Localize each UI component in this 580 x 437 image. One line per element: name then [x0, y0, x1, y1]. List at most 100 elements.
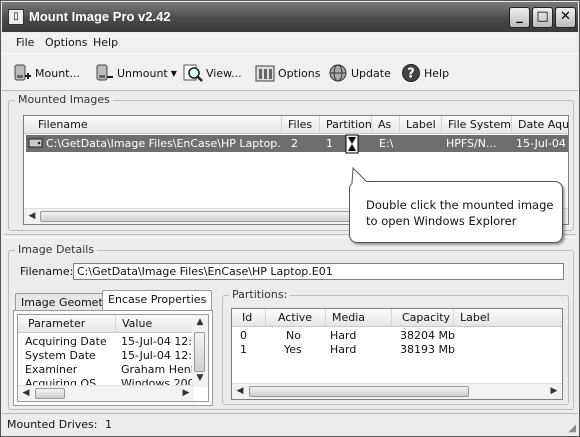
partition-media: Hard [330, 329, 357, 342]
col-active[interactable]: Active [266, 309, 326, 327]
col-parameter[interactable]: Parameter [18, 315, 116, 333]
table-row[interactable]: 0 No Hard 38204 Mb [232, 328, 562, 342]
view-button[interactable]: View... [183, 59, 242, 87]
minimize-button[interactable]: _ [509, 7, 530, 28]
mount-icon [12, 63, 32, 83]
close-button[interactable]: ✕ [555, 7, 576, 28]
col-file-system[interactable]: File System [442, 116, 512, 134]
help-button[interactable]: ? Help [401, 59, 449, 87]
mount-label: Mount... [35, 66, 80, 80]
table-row[interactable]: 1 Yes Hard 38193 Mb [232, 342, 562, 356]
maximize-button[interactable]: □ [532, 7, 553, 28]
unmount-icon [94, 63, 114, 83]
toolbar: Mount... Unmount ▼ View... Options Updat… [2, 53, 578, 91]
menu-file[interactable]: File [16, 36, 34, 49]
app-icon: ▯ [8, 9, 24, 25]
chevron-down-icon[interactable]: ▼ [171, 69, 177, 78]
row-date: 15-Jul-04 1 [516, 137, 568, 150]
scroll-down-icon[interactable]: ▼ [192, 371, 208, 387]
filename-field[interactable]: C:\GetData\Image Files\EnCase\HP Laptop.… [73, 263, 564, 280]
row-file-system: HPFS/N... [446, 137, 497, 150]
image-details-label: Image Details [15, 243, 98, 256]
param-value: 15-Jul-04 12:1 [121, 349, 194, 362]
partitions-label: Partitions: [229, 288, 291, 301]
window-title: Mount Image Pro v2.42 [29, 9, 171, 24]
partitions-hscrollbar[interactable]: ◀ ▶ [232, 383, 562, 399]
partition-media: Hard [330, 343, 357, 356]
scroll-thumb[interactable] [35, 388, 65, 399]
mounted-drives-count: 1 [105, 418, 112, 431]
table-row[interactable]: C:\GetData\Image Files\EnCase\HP Laptop.… [26, 135, 568, 152]
list-item[interactable]: Examiner Graham Henley [18, 362, 194, 376]
list-item[interactable]: Acquiring Date 15-Jul-04 12:2 [18, 334, 194, 348]
drive-icon [28, 136, 44, 153]
partition-id: 1 [240, 343, 247, 356]
scroll-thumb[interactable] [40, 211, 352, 222]
partition-id: 0 [240, 329, 247, 342]
status-bar: Mounted Drives: 1 ◢ [2, 413, 578, 435]
image-details-group: Image Details Filename: C:\GetData\Image… [8, 243, 574, 410]
param-name: Examiner [25, 363, 78, 376]
tooltip-text: Double click the mounted image to open W… [366, 198, 554, 228]
row-filename: C:\GetData\Image Files\EnCase\HP Laptop.… [46, 137, 280, 150]
col-capacity[interactable]: Capacity [392, 309, 454, 327]
col-id[interactable]: Id [232, 309, 266, 327]
help-label: Help [424, 66, 450, 80]
properties-hscrollbar[interactable]: ◀ ▶ [18, 385, 194, 401]
scroll-up-icon[interactable]: ▲ [192, 315, 208, 331]
col-partition-label[interactable]: Label [454, 309, 562, 327]
unmount-label: Unmount [117, 66, 168, 80]
options-icon [255, 63, 275, 83]
menu-help[interactable]: Help [93, 36, 118, 49]
status-label: Mounted Drives: [7, 418, 98, 431]
title-bar[interactable]: ▯ Mount Image Pro v2.42 _ □ ✕ [2, 2, 578, 32]
help-icon: ? [401, 63, 421, 83]
magnifier-icon [183, 63, 203, 83]
partitions-list[interactable]: Id Active Media Capacity Label 0 No Hard… [231, 308, 563, 400]
properties-header: Parameter Value [18, 315, 208, 333]
scroll-thumb[interactable] [194, 332, 205, 372]
col-value[interactable]: Value [116, 315, 196, 333]
tab-encase-properties[interactable]: Encase Properties [102, 290, 213, 310]
row-as: E:\ [379, 137, 394, 150]
filename-label: Filename: [20, 265, 74, 278]
scroll-left-icon[interactable]: ◀ [18, 386, 34, 401]
scroll-thumb[interactable] [249, 386, 469, 397]
update-label: Update [351, 66, 391, 80]
partitions-group: Partitions: Id Active Media Capacity Lab… [222, 288, 569, 405]
svg-text:?: ? [407, 67, 415, 82]
partition-capacity: 38193 Mb [400, 343, 455, 356]
app-window: ▯ Mount Image Pro v2.42 _ □ ✕ File Optio… [0, 0, 580, 437]
list-item[interactable]: System Date 15-Jul-04 12:1 [18, 348, 194, 362]
properties-vscrollbar[interactable]: ▲ ▼ [192, 315, 208, 387]
tab-panel: Parameter Value Acquiring Date 15-Jul-04… [13, 310, 213, 406]
resize-grip-icon[interactable]: ◢ [568, 423, 576, 434]
col-media[interactable]: Media [326, 309, 392, 327]
callout-pointer [351, 167, 369, 184]
col-partition[interactable]: Partition [320, 116, 372, 134]
col-filename[interactable]: Filename [24, 116, 282, 134]
col-files[interactable]: Files [282, 116, 320, 134]
mount-button[interactable]: Mount... [12, 59, 80, 87]
scroll-right-icon[interactable]: ▶ [546, 384, 562, 399]
properties-list[interactable]: Parameter Value Acquiring Date 15-Jul-04… [17, 314, 209, 402]
scroll-right-icon[interactable]: ▶ [178, 386, 194, 401]
param-name: System Date [25, 349, 96, 362]
menu-options[interactable]: Options [45, 36, 87, 49]
menu-bar: File Options Help [2, 33, 578, 53]
col-date[interactable]: Date Aquir [512, 116, 568, 134]
partitions-header: Id Active Media Capacity Label [232, 309, 562, 327]
options-button[interactable]: Options [255, 59, 320, 87]
unmount-button[interactable]: Unmount ▼ [94, 59, 177, 87]
options-label: Options [278, 66, 321, 80]
partition-active: Yes [284, 343, 302, 356]
col-as[interactable]: As [372, 116, 400, 134]
row-partition: 1 [326, 137, 333, 150]
scroll-left-icon[interactable]: ◀ [232, 384, 248, 399]
tooltip-callout: Double click the mounted image to open W… [349, 167, 563, 243]
col-label[interactable]: Label [400, 116, 442, 134]
update-button[interactable]: Update [328, 59, 391, 87]
row-files: 2 [291, 137, 298, 150]
param-value: Graham Henley [121, 363, 194, 376]
scroll-left-icon[interactable]: ◀ [24, 209, 40, 224]
